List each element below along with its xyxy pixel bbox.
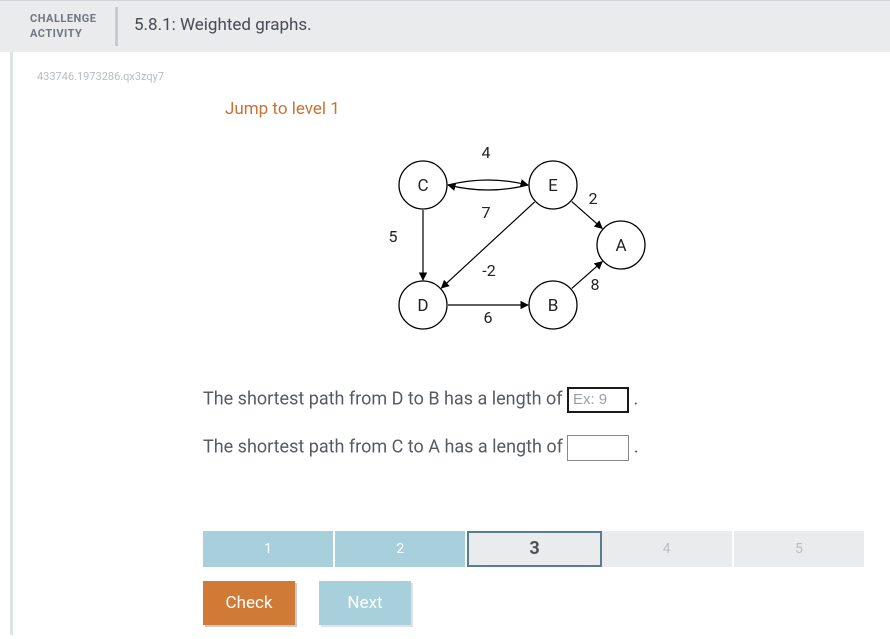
level-1[interactable]: 1 — [203, 531, 335, 567]
jump-to-level-link[interactable]: Jump to level 1 — [13, 91, 890, 135]
level-3[interactable]: 3 — [467, 531, 601, 567]
question-1-post: . — [633, 388, 638, 409]
activity-title: 5.8.1: Weighted graphs. — [118, 1, 328, 52]
check-button[interactable]: Check — [203, 581, 295, 625]
edge-C-E — [448, 180, 528, 185]
node-label-D: D — [417, 296, 428, 316]
question-2-text: The shortest path from C to A has a leng… — [203, 436, 567, 457]
node-label-E: E — [548, 176, 558, 196]
instance-id: 433746.1973286.qx3zqy7 — [13, 52, 890, 91]
question-1-text: The shortest path from D to B has a leng… — [203, 388, 567, 409]
question-1: The shortest path from D to B has a leng… — [203, 387, 890, 413]
graph-svg: 4 7 2 8 5 -2 6 C E A D B — [203, 135, 703, 345]
challenge-tag-line1: CHALLENGE — [30, 11, 101, 26]
activity-header: CHALLENGE ACTIVITY 5.8.1: Weighted graph… — [0, 0, 890, 52]
edge-E-A — [572, 201, 603, 228]
answer-input-2[interactable] — [567, 435, 629, 461]
challenge-tag: CHALLENGE ACTIVITY — [0, 1, 115, 52]
button-row: Check Next — [203, 581, 890, 625]
question-2-post: . — [634, 436, 639, 457]
edge-weight-C-E: 4 — [482, 143, 491, 162]
content-area: 433746.1973286.qx3zqy7 Jump to level 1 4… — [10, 52, 890, 635]
edge-weight-E-A: 2 — [589, 189, 598, 208]
edge-E-C — [448, 185, 528, 190]
challenge-tag-line2: ACTIVITY — [30, 26, 101, 41]
level-4[interactable]: 4 — [602, 531, 734, 567]
level-5[interactable]: 5 — [734, 531, 866, 567]
answer-input-1[interactable] — [567, 387, 629, 413]
edge-weight-E-C: 7 — [482, 203, 491, 222]
level-2[interactable]: 2 — [335, 531, 467, 567]
weighted-graph: 4 7 2 8 5 -2 6 C E A D B — [203, 135, 703, 365]
next-button[interactable]: Next — [319, 581, 411, 625]
node-label-A: A — [615, 236, 626, 256]
edge-weight-C-D: 5 — [389, 227, 398, 246]
level-progress-bar: 12345 — [203, 531, 866, 567]
edge-weight-B-A: 8 — [591, 275, 600, 294]
question-2: The shortest path from C to A has a leng… — [203, 435, 890, 461]
node-label-B: B — [548, 296, 559, 316]
node-label-C: C — [417, 176, 428, 196]
edge-weight-E-D: -2 — [482, 261, 495, 280]
edge-weight-D-B: 6 — [484, 308, 493, 327]
